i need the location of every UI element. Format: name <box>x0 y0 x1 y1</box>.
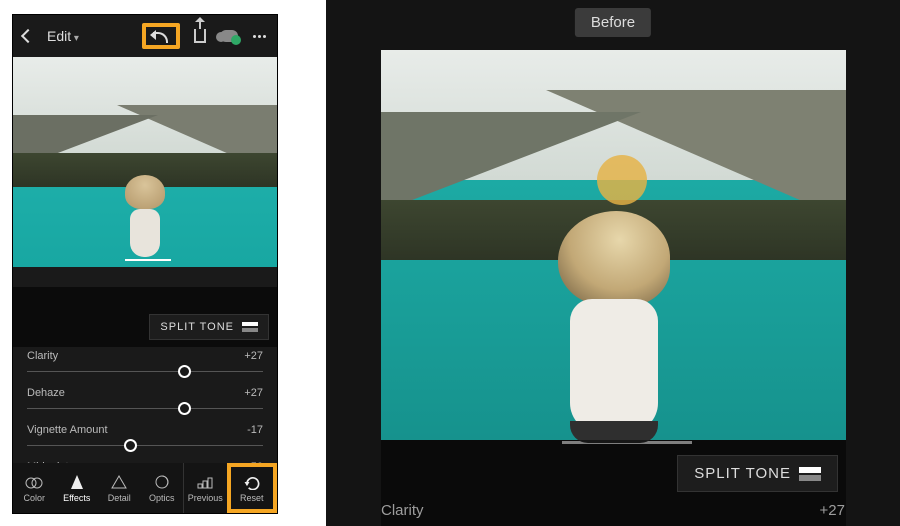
tab-effects[interactable]: Effects <box>56 463 99 513</box>
slider-label: Clarity <box>381 502 424 519</box>
slider-track[interactable] <box>27 436 263 456</box>
tab-label: Detail <box>108 493 131 503</box>
mode-dropdown[interactable]: Edit <box>47 28 79 44</box>
effects-icon <box>67 474 87 490</box>
detail-icon <box>109 474 129 490</box>
split-tone-button[interactable]: SPLIT TONE <box>677 455 838 492</box>
tab-label: Color <box>23 493 45 503</box>
slider-clarity-preview: Clarity +27 <box>381 502 845 519</box>
before-badge: Before <box>575 8 651 37</box>
effects-sliders: Clarity+27 Dehaze+27 Vignette Amount-17 … <box>13 343 277 473</box>
tab-label: Effects <box>63 493 90 503</box>
slider-knob[interactable] <box>124 439 137 452</box>
undo-icon <box>152 29 170 43</box>
share-button[interactable] <box>194 29 206 43</box>
top-toolbar: Edit <box>13 15 277 57</box>
previous-icon <box>195 474 215 490</box>
slider-track[interactable] <box>27 362 263 382</box>
photo-preview-before[interactable] <box>381 50 846 440</box>
slider-track[interactable] <box>27 399 263 419</box>
color-icon <box>24 474 44 490</box>
bottom-tool-strip: Color Effects Detail Optics Previous Res… <box>13 463 277 513</box>
lightroom-mobile-edit-screen: Edit SPLIT TONE Clarity +27 <box>12 14 278 514</box>
tab-optics[interactable]: Optics <box>141 463 184 513</box>
tab-label: Optics <box>149 493 175 503</box>
reset-icon <box>242 474 262 490</box>
slider-clarity: Clarity +27 <box>27 345 263 382</box>
tab-color[interactable]: Color <box>13 463 56 513</box>
slider-value: -17 <box>247 424 263 436</box>
tab-detail[interactable]: Detail <box>98 463 141 513</box>
share-icon <box>194 29 206 43</box>
undo-button[interactable] <box>142 23 180 49</box>
split-tone-icon <box>242 322 258 332</box>
slider-label: Vignette Amount <box>27 424 108 436</box>
tab-reset[interactable]: Reset <box>227 463 278 513</box>
cloud-sync-icon <box>220 30 238 42</box>
photo-preview[interactable] <box>13 57 277 307</box>
more-button[interactable] <box>252 35 267 38</box>
slider-value: +27 <box>244 350 263 362</box>
split-tone-button[interactable]: SPLIT TONE <box>149 314 269 340</box>
back-button[interactable] <box>23 31 33 41</box>
slider-vignette-amount: Vignette Amount -17 <box>27 419 263 456</box>
slider-knob[interactable] <box>178 365 191 378</box>
tab-label: Reset <box>240 493 264 503</box>
split-tone-label: SPLIT TONE <box>694 465 791 482</box>
slider-dehaze: Dehaze +27 <box>27 382 263 419</box>
slider-label: Dehaze <box>27 387 65 399</box>
optics-icon <box>152 474 172 490</box>
touch-indicator-icon <box>597 155 647 205</box>
slider-knob[interactable] <box>178 402 191 415</box>
slider-value: +27 <box>820 502 845 519</box>
tab-previous[interactable]: Previous <box>183 463 227 513</box>
before-preview-panel: Before SPLIT TONE Clarity +27 <box>326 0 900 526</box>
split-tone-label: SPLIT TONE <box>160 321 234 333</box>
slider-label: Clarity <box>27 350 58 362</box>
tab-label: Previous <box>188 493 223 503</box>
split-tone-icon <box>799 467 821 481</box>
slider-value: +27 <box>244 387 263 399</box>
